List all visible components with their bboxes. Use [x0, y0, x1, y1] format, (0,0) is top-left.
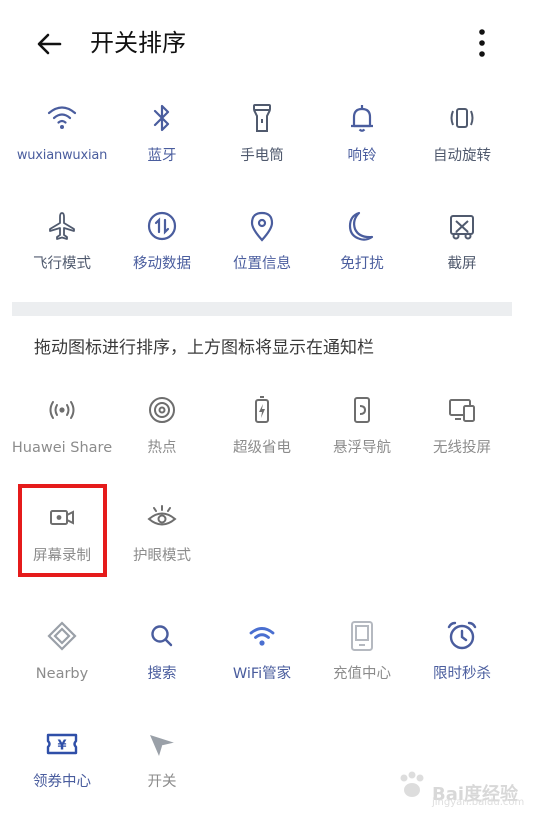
- alarm-clock-icon: [444, 618, 480, 654]
- toggle-label: 悬浮导航: [333, 440, 391, 456]
- toggle-flash-sale[interactable]: 限时秒杀: [412, 610, 512, 706]
- toggle-wireless-projection[interactable]: 无线投屏: [412, 384, 512, 480]
- sort-hint-text: 拖动图标进行排序，上方图标将显示在通知栏: [34, 338, 374, 358]
- toggle-label: Huawei Share: [11, 440, 113, 456]
- toggle-label: 蓝牙: [147, 148, 177, 164]
- wifi-icon: [44, 100, 80, 136]
- toggle-label: 飞行模式: [33, 256, 91, 272]
- watermark-subtext: jingyan.baidu.com: [432, 797, 525, 808]
- toggle-label: 开关: [147, 774, 177, 790]
- app-header: 开关排序: [0, 0, 546, 86]
- toggle-screen-record[interactable]: 屏幕录制: [12, 492, 112, 588]
- toggle-label: wuxianwuxian: [16, 148, 108, 163]
- toggle-coupon-center[interactable]: ¥ 领券中心: [12, 718, 112, 814]
- toggle-label: 截屏: [447, 256, 477, 272]
- flashlight-icon: [244, 100, 280, 136]
- airplane-icon: [44, 208, 80, 244]
- toggle-hotspot[interactable]: 热点: [112, 384, 212, 480]
- toggle-label: WiFi管家: [232, 666, 292, 682]
- toggle-label: 移动数据: [133, 256, 191, 272]
- bell-icon: [344, 100, 380, 136]
- nearby-icon: [44, 618, 80, 654]
- eye-comfort-icon: [144, 500, 180, 536]
- section-divider: [12, 302, 512, 316]
- toggle-huawei-share[interactable]: Huawei Share: [12, 384, 112, 480]
- toggle-label: 位置信息: [233, 256, 291, 272]
- coupon-icon: ¥: [44, 726, 80, 762]
- recharge-center-icon: [344, 618, 380, 654]
- wireless-projection-icon: [444, 392, 480, 428]
- toggle-ring[interactable]: 响铃: [312, 92, 412, 188]
- toggle-screenshot[interactable]: 截屏: [412, 200, 512, 296]
- toggle-search[interactable]: 搜索: [112, 610, 212, 706]
- toggle-do-not-disturb[interactable]: 免打扰: [312, 200, 412, 296]
- baidu-jingyan-watermark: Bai度经验 jingyan.baidu.com: [392, 760, 532, 810]
- svg-text:¥: ¥: [57, 739, 66, 754]
- toggle-wifi[interactable]: wuxianwuxian: [12, 92, 112, 188]
- toggle-label: 搜索: [147, 666, 177, 682]
- toggle-recharge-center[interactable]: 充值中心: [312, 610, 412, 706]
- paper-plane-icon: [144, 726, 180, 762]
- wifi-manager-icon: [244, 618, 280, 654]
- toggle-label: 超级省电: [233, 440, 291, 456]
- toggle-label: 护眼模式: [133, 548, 191, 564]
- battery-saver-icon: [244, 392, 280, 428]
- toggle-eye-comfort[interactable]: 护眼模式: [112, 492, 212, 588]
- toggle-label: 免打扰: [340, 256, 384, 272]
- auto-rotate-icon: [444, 100, 480, 136]
- back-arrow-icon: [37, 33, 62, 55]
- more-menu-button[interactable]: [468, 24, 496, 64]
- toggle-nearby[interactable]: Nearby: [12, 610, 112, 706]
- page-title: 开关排序: [90, 29, 186, 57]
- toggle-switch[interactable]: 开关: [112, 718, 212, 814]
- toggle-wifi-manager[interactable]: WiFi管家: [212, 610, 312, 706]
- screen-record-icon: [44, 500, 80, 536]
- bluetooth-icon: [144, 100, 180, 136]
- paw-logo-icon: [400, 771, 424, 797]
- toggle-label: Nearby: [35, 666, 89, 682]
- toggle-label: 热点: [147, 440, 177, 456]
- back-button[interactable]: [30, 24, 70, 64]
- toggle-label: 充值中心: [333, 666, 391, 682]
- toggle-battery-saver[interactable]: 超级省电: [212, 384, 312, 480]
- toggle-mobile-data[interactable]: 移动数据: [112, 200, 212, 296]
- toggle-label: 限时秒杀: [433, 666, 491, 682]
- toggle-bluetooth[interactable]: 蓝牙: [112, 92, 212, 188]
- toggle-airplane[interactable]: 飞行模式: [12, 200, 112, 296]
- mobile-data-icon: [144, 208, 180, 244]
- toggle-label: 屏幕录制: [33, 548, 91, 564]
- more-vertical-icon: [479, 29, 485, 57]
- toggle-label: 自动旋转: [433, 148, 491, 164]
- screenshot-icon: [444, 208, 480, 244]
- toggle-label: 响铃: [347, 148, 377, 164]
- location-icon: [244, 208, 280, 244]
- huawei-share-icon: [44, 392, 80, 428]
- search-icon: [144, 618, 180, 654]
- toggle-location[interactable]: 位置信息: [212, 200, 312, 296]
- toggle-auto-rotate[interactable]: 自动旋转: [412, 92, 512, 188]
- hotspot-icon: [144, 392, 180, 428]
- toggle-label: 手电筒: [240, 148, 284, 164]
- toggle-label: 领券中心: [33, 774, 91, 790]
- floating-nav-icon: [344, 392, 380, 428]
- moon-icon: [344, 208, 380, 244]
- toggle-flashlight[interactable]: 手电筒: [212, 92, 312, 188]
- toggle-label: 无线投屏: [433, 440, 491, 456]
- toggle-floating-nav[interactable]: 悬浮导航: [312, 384, 412, 480]
